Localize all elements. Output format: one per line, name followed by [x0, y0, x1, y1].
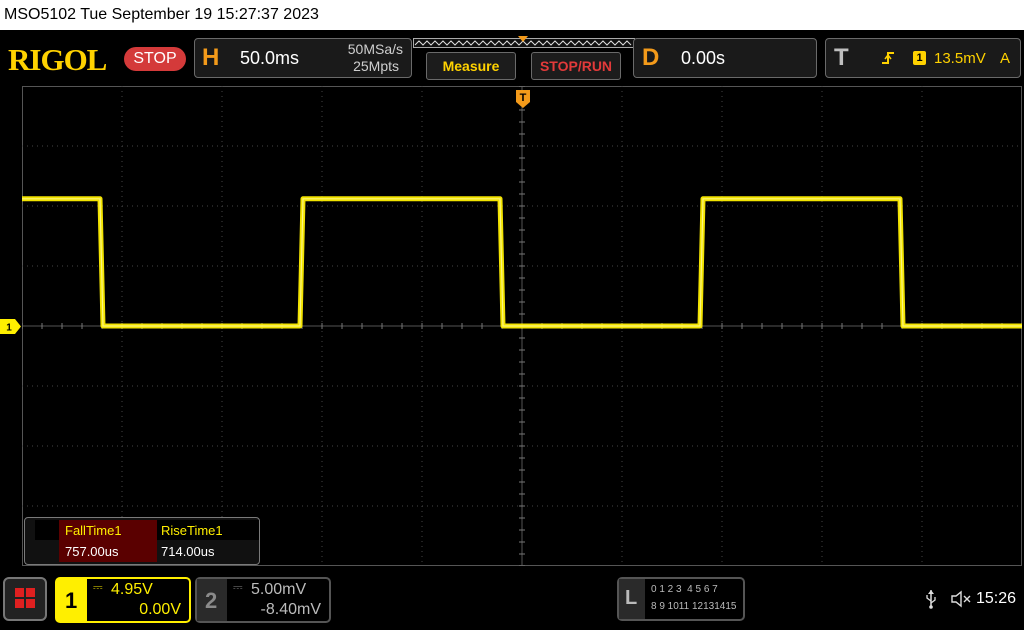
- delay-panel[interactable]: D 0.00s: [633, 38, 817, 78]
- run-state-badge[interactable]: STOP: [124, 47, 186, 71]
- fall-time-header: FallTime1: [65, 523, 122, 538]
- trigger-panel[interactable]: T 1 13.5mV A: [825, 38, 1021, 78]
- grid-menu-icon: [15, 588, 35, 608]
- rise-time-header: RiseTime1: [161, 523, 223, 538]
- trigger-letter: T: [834, 44, 849, 71]
- logic-letter: L: [625, 587, 638, 609]
- trigger-position-marker[interactable]: T: [515, 89, 531, 109]
- speaker-mute-icon[interactable]: [950, 590, 972, 608]
- title-bar: MSO5102 Tue September 19 15:27:37 2023: [0, 0, 1024, 30]
- ch2-number: 2: [205, 588, 218, 613]
- logic-channels-row2: 8 9 1011 12131415: [651, 601, 737, 612]
- timebase-value: 50.0ms: [240, 48, 300, 68]
- measure-button[interactable]: Measure: [426, 52, 516, 80]
- ch2-offset: -8.40mV: [260, 601, 321, 618]
- sample-rate: 50MSa/s: [347, 41, 403, 57]
- ch2-scale: 5.00mV: [251, 581, 307, 598]
- rising-edge-icon: [882, 52, 894, 64]
- fall-time-value: 757.00us: [65, 544, 119, 559]
- measurement-panel[interactable]: FallTime1 RiseTime1 757.00us 714.00us: [24, 517, 260, 565]
- ch1-offset-marker[interactable]: 1: [0, 319, 22, 334]
- status-clock: 15:26: [976, 590, 1017, 607]
- ch2-panel[interactable]: 2 ⎓ 5.00mV -8.40mV: [195, 577, 331, 623]
- menu-button[interactable]: [3, 577, 47, 621]
- memory-depth: 25Mpts: [353, 58, 399, 74]
- rise-time-value: 714.00us: [161, 544, 215, 559]
- waveform-display[interactable]: [22, 86, 1022, 566]
- trigger-marker-label: T: [520, 92, 527, 104]
- ch1-number: 1: [65, 588, 78, 613]
- trigger-mode: A: [1000, 50, 1011, 67]
- dc-coupling-icon: ⎓: [93, 580, 103, 594]
- ch1-offset: 0.00V: [139, 601, 181, 618]
- ch1-scale: 4.95V: [111, 581, 153, 598]
- logic-channels-row1: 0 1 2 3 4 5 6 7: [651, 584, 718, 595]
- stop-run-button[interactable]: STOP/RUN: [531, 52, 621, 80]
- delay-letter: D: [642, 44, 660, 71]
- horizontal-panel[interactable]: H 50.0ms 50MSa/s 25Mpts: [194, 38, 412, 78]
- rigol-logo: RIGOL: [8, 42, 107, 77]
- dc-coupling-icon: ⎓: [233, 580, 243, 594]
- trigger-level: 13.5mV: [934, 50, 986, 67]
- delay-value: 0.00s: [681, 48, 726, 68]
- horizontal-letter: H: [202, 44, 220, 71]
- ch1-panel[interactable]: 1 ⎓ 4.95V 0.00V: [55, 577, 191, 623]
- usb-icon: [926, 590, 936, 609]
- trigger-source-badge: 1: [913, 51, 926, 65]
- ch1-marker-label: 1: [6, 323, 12, 334]
- logic-panel[interactable]: L 0 1 2 3 4 5 6 7 8 9 1011 12131415: [617, 577, 745, 621]
- memory-position-bar: [413, 36, 635, 48]
- title-text: MSO5102 Tue September 19 15:27:37 2023: [4, 6, 319, 23]
